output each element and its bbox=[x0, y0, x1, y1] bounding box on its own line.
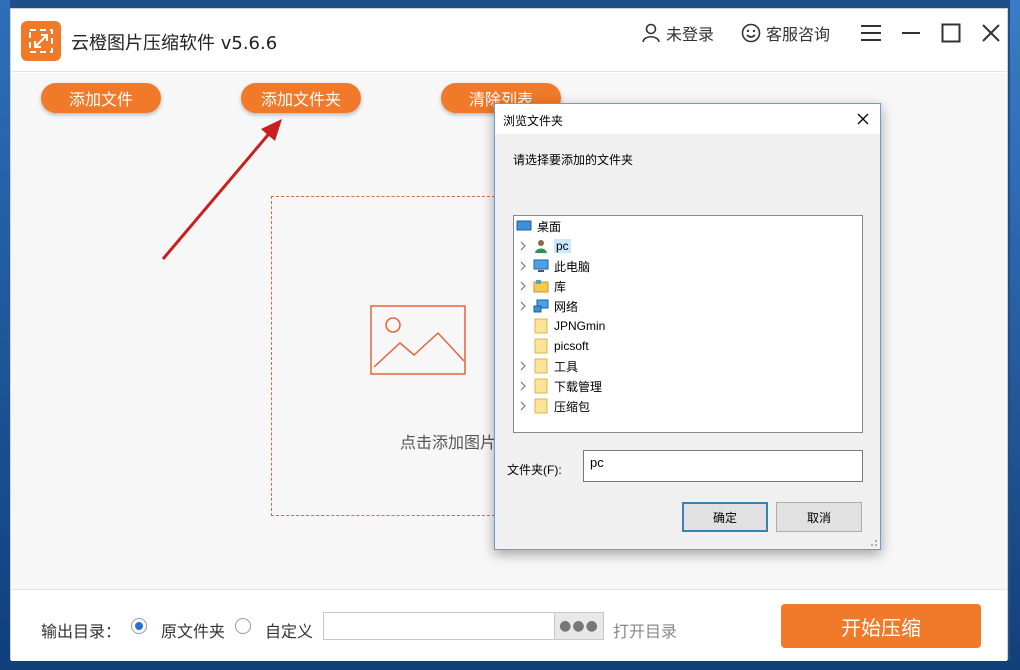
dialog-title: 浏览文件夹 bbox=[503, 114, 564, 128]
original-folder-label[interactable]: 原文件夹 bbox=[161, 618, 225, 642]
close-icon bbox=[857, 113, 869, 125]
cancel-button[interactable]: 取消 bbox=[776, 502, 862, 532]
start-compress-button[interactable]: 开始压缩 bbox=[781, 604, 981, 648]
folder-icon bbox=[534, 358, 548, 374]
minimize-button[interactable] bbox=[897, 19, 925, 47]
tree-item-label: 此电脑 bbox=[554, 259, 591, 274]
radio-original-folder[interactable] bbox=[131, 618, 147, 634]
dialog-prompt: 请选择要添加的文件夹 bbox=[513, 153, 634, 167]
close-button[interactable] bbox=[977, 19, 1005, 47]
tree-item-network[interactable]: 网络 bbox=[518, 296, 578, 316]
add-folder-button[interactable]: 添加文件夹 bbox=[241, 83, 361, 113]
title-bar: 云橙图片压缩软件 v5.6.6 未登录 客服咨询 bbox=[11, 9, 1007, 72]
radio-custom[interactable] bbox=[235, 618, 251, 634]
chevron-right-icon[interactable] bbox=[518, 261, 528, 271]
tree-item-picsoft[interactable]: picsoft bbox=[533, 336, 589, 356]
maximize-icon bbox=[941, 23, 961, 43]
open-directory-link[interactable]: 打开目录 bbox=[613, 618, 677, 642]
folder-icon bbox=[534, 318, 548, 334]
tree-item-label: 网络 bbox=[554, 299, 579, 314]
tree-item-label: 下载管理 bbox=[554, 379, 603, 394]
dropzone-text: 点击添加图片 bbox=[400, 433, 497, 452]
folder-input[interactable]: pc bbox=[583, 450, 863, 482]
tree-item-label: picsoft bbox=[554, 339, 589, 353]
add-file-button[interactable]: 添加文件 bbox=[41, 83, 161, 113]
tree-item-tools[interactable]: 工具 bbox=[518, 356, 578, 376]
folder-icon bbox=[534, 378, 548, 394]
chevron-right-icon[interactable] bbox=[518, 381, 528, 391]
dialog-close-button[interactable] bbox=[852, 108, 874, 130]
tree-item-label: JPNGmin bbox=[554, 319, 606, 333]
user-icon bbox=[535, 240, 547, 253]
image-placeholder-icon bbox=[370, 305, 466, 375]
desktop-background-bottom bbox=[0, 660, 1020, 670]
network-icon bbox=[533, 299, 549, 313]
output-dir-label: 输出目录： bbox=[41, 622, 122, 641]
tree-item-jpngmin[interactable]: JPNGmin bbox=[533, 316, 605, 336]
computer-icon bbox=[533, 259, 549, 272]
smiley-icon bbox=[741, 23, 761, 43]
ok-button[interactable]: 确定 bbox=[682, 502, 768, 532]
folder-field-label: 文件夹(F): bbox=[507, 463, 562, 477]
tree-item-label: pc bbox=[554, 239, 571, 253]
library-icon bbox=[533, 280, 549, 293]
tree-item-label: 工具 bbox=[554, 359, 579, 374]
output-path-input[interactable] bbox=[323, 612, 555, 640]
user-icon bbox=[642, 23, 660, 43]
desktop-icon bbox=[516, 220, 532, 231]
login-button[interactable]: 未登录 bbox=[641, 21, 714, 45]
chevron-right-icon[interactable] bbox=[518, 361, 528, 371]
hamburger-icon bbox=[861, 25, 881, 41]
tree-item-this-pc[interactable]: 此电脑 bbox=[518, 256, 590, 276]
support-label: 客服咨询 bbox=[766, 25, 831, 44]
browse-folder-dialog: 浏览文件夹 请选择要添加的文件夹 桌面 pc 此电脑 库 网络 JPNGmin … bbox=[494, 103, 881, 550]
desktop-background-left bbox=[0, 0, 10, 670]
close-icon bbox=[982, 24, 1000, 42]
folder-tree[interactable]: 桌面 pc 此电脑 库 网络 JPNGmin picsoft 工具 下载管理 压… bbox=[513, 215, 863, 433]
chevron-right-icon[interactable] bbox=[518, 301, 528, 311]
tree-item-pc[interactable]: pc bbox=[518, 236, 571, 256]
dialog-title-bar: 浏览文件夹 bbox=[495, 104, 880, 134]
custom-label[interactable]: 自定义 bbox=[265, 618, 313, 642]
chevron-right-icon[interactable] bbox=[518, 281, 528, 291]
support-button[interactable]: 客服咨询 bbox=[741, 21, 830, 45]
tree-item-label: 库 bbox=[554, 279, 567, 294]
app-title: 云橙图片压缩软件 v5.6.6 bbox=[71, 33, 278, 54]
tree-item-download-manager[interactable]: 下载管理 bbox=[518, 376, 602, 396]
resize-grip-icon[interactable] bbox=[868, 537, 878, 547]
tree-item-desktop[interactable]: 桌面 bbox=[516, 216, 561, 236]
menu-button[interactable] bbox=[857, 19, 885, 47]
minimize-icon bbox=[902, 32, 920, 34]
chevron-right-icon[interactable] bbox=[518, 401, 528, 411]
tree-item-label: 桌面 bbox=[537, 219, 562, 234]
tree-item-library[interactable]: 库 bbox=[518, 276, 566, 296]
tree-item-label: 压缩包 bbox=[554, 399, 591, 414]
browse-button[interactable]: ●●● bbox=[554, 612, 604, 640]
folder-icon bbox=[534, 338, 548, 354]
tree-item-archive[interactable]: 压缩包 bbox=[518, 396, 590, 416]
app-logo-icon bbox=[21, 21, 61, 61]
maximize-button[interactable] bbox=[937, 19, 965, 47]
desktop-background-right bbox=[1010, 0, 1020, 670]
folder-icon bbox=[534, 398, 548, 414]
footer-bar: 输出目录： 原文件夹 自定义 ●●● 打开目录 开始压缩 bbox=[11, 589, 1007, 661]
login-label: 未登录 bbox=[666, 25, 715, 44]
chevron-right-icon[interactable] bbox=[518, 241, 528, 251]
